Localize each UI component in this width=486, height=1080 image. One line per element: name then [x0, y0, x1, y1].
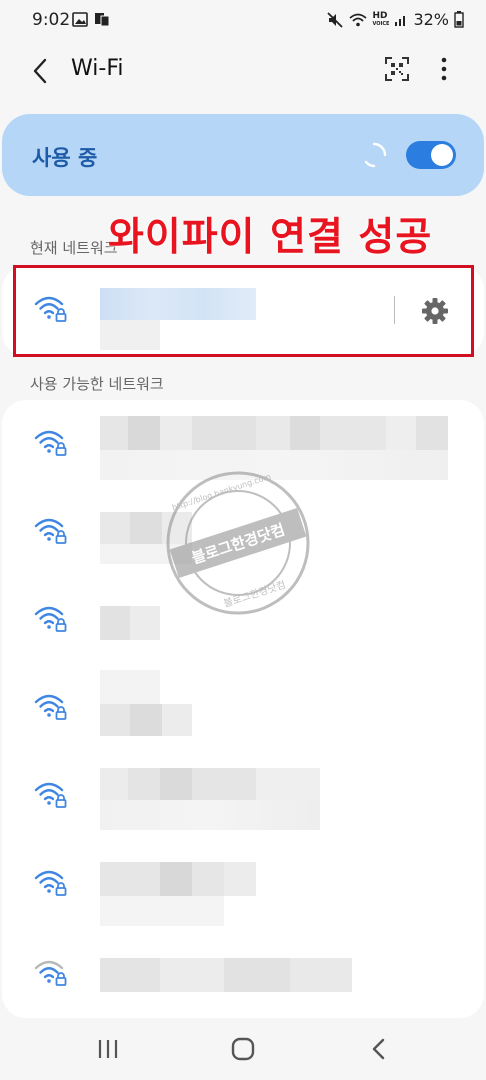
nav-back-icon[interactable]: [368, 1036, 390, 1062]
network-list-item[interactable]: [0, 666, 486, 754]
wifi-toggle-label: 사용 중: [32, 146, 98, 170]
loading-spinner-icon: [364, 142, 387, 168]
redacted-network-name: [100, 416, 448, 450]
screen-share-notification-icon: [95, 13, 110, 27]
page-title: Wi-Fi: [71, 56, 124, 81]
highlight-annotation-box: [13, 265, 474, 357]
wifi-toggle-card[interactable]: 사용 중: [2, 114, 484, 196]
redacted-network-name: [100, 606, 160, 640]
watermark-ring-top: http://blog.hankyung.com: [171, 472, 272, 513]
status-time: 9:02: [32, 10, 71, 30]
redacted-network-status: [100, 704, 192, 736]
wifi-toggle-switch[interactable]: [406, 141, 456, 169]
redacted-network-name: [100, 862, 256, 896]
wifi-lock-icon: [34, 782, 67, 808]
wifi-status-icon: [349, 13, 368, 26]
switch-knob: [431, 144, 453, 166]
redacted-network-name: [100, 958, 352, 992]
more-options-button[interactable]: [432, 54, 456, 84]
back-button[interactable]: [26, 56, 56, 86]
wifi-lock-icon: [34, 430, 67, 456]
status-bar: 9:02 HD VOICE 32%: [0, 0, 486, 44]
wifi-lock-icon: [34, 870, 67, 896]
wifi-lock-icon: [34, 606, 67, 632]
qr-scan-button[interactable]: [384, 56, 410, 82]
redacted-network-name: [100, 768, 320, 800]
home-icon[interactable]: [230, 1036, 256, 1062]
navigation-bar: [0, 1018, 486, 1080]
current-network-heading: 현재 네트워크: [30, 239, 118, 257]
blog-watermark-stamp: 블로그한경닷컴 http://blog.hankyung.com 블로그한경닷컴: [166, 471, 310, 615]
redacted-network-status: [100, 800, 320, 830]
redacted-network-status: [100, 896, 224, 926]
gallery-notification-icon: [72, 12, 88, 27]
wifi-lock-icon: [34, 518, 67, 544]
app-bar: Wi-Fi: [0, 44, 486, 100]
annotation-headline: 와이파이 연결 성공: [108, 215, 433, 260]
battery-icon: [454, 11, 464, 28]
hd-voice-badge: HD VOICE: [372, 10, 390, 27]
signal-icon: [395, 15, 406, 26]
mute-icon: [327, 11, 344, 28]
redacted-network-name: [100, 670, 160, 704]
recent-apps-icon[interactable]: [96, 1038, 120, 1060]
wifi-lock-icon: [34, 694, 67, 720]
available-networks-heading: 사용 가능한 네트워크: [30, 375, 164, 393]
battery-percent: 32%: [413, 10, 449, 29]
wifi-lock-weak-icon: [34, 960, 67, 986]
